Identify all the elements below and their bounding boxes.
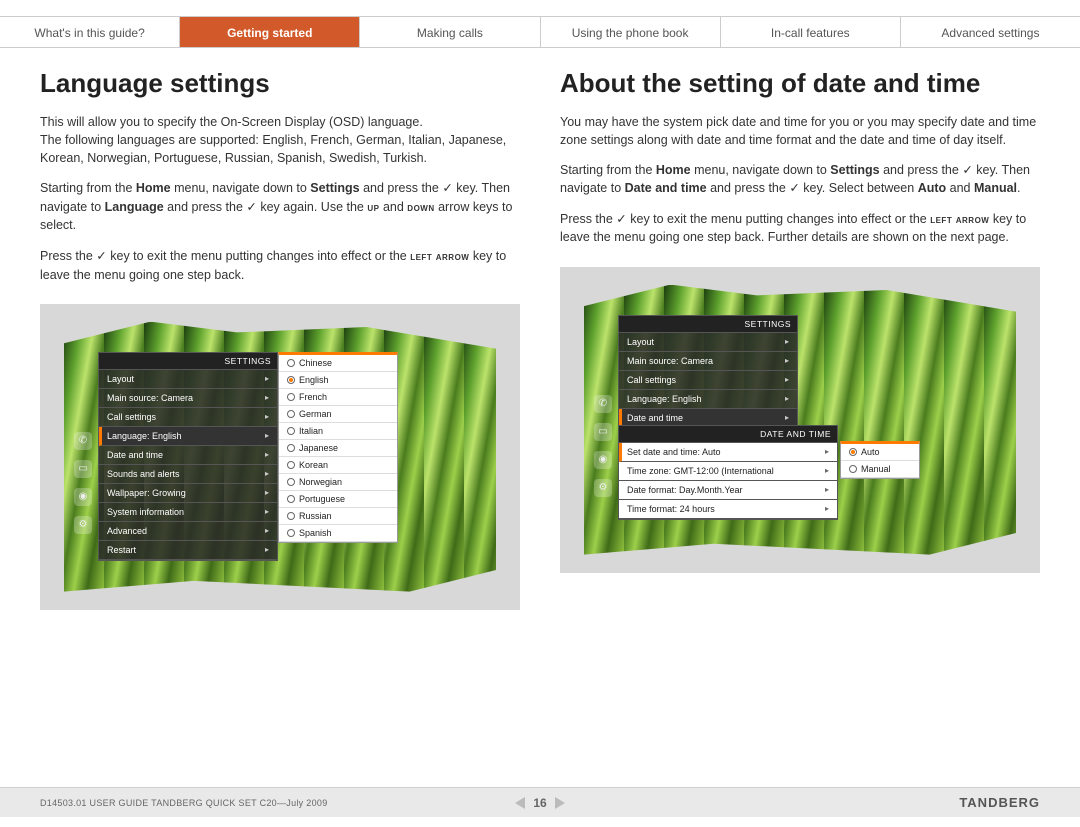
- heading-language-settings: Language settings: [40, 68, 520, 99]
- laptop-icon: ▭: [74, 460, 92, 478]
- menu-row[interactable]: Restart▸: [99, 541, 277, 560]
- lang-para-3: Press the ✓ key to exit the menu putting…: [40, 247, 520, 284]
- settings-menu-header: SETTINGS: [99, 353, 277, 370]
- dt-screenshot-frame: ✆ ▭ ◉ ⚙ SETTINGS Layout▸ Main source: Ca…: [560, 267, 1040, 573]
- menu-row[interactable]: Call settings▸: [619, 371, 797, 390]
- handset-icon: ✆: [74, 432, 92, 450]
- menu-row[interactable]: Main source: Camera▸: [99, 389, 277, 408]
- submenu-row-selected[interactable]: Set date and time: Auto▸: [619, 443, 837, 462]
- dt-para-2: Starting from the Home menu, navigate do…: [560, 161, 1040, 197]
- nav-item-whats-in-guide[interactable]: What's in this guide?: [0, 17, 180, 47]
- settings-menu: SETTINGS Layout▸ Main source: Camera▸ Ca…: [98, 352, 278, 561]
- nav-item-phone-book[interactable]: Using the phone book: [541, 17, 721, 47]
- datetime-submenu: DATE AND TIME Set date and time: Auto▸ T…: [618, 425, 838, 520]
- submenu-row[interactable]: Time format: 24 hours▸: [619, 500, 837, 519]
- menu-row[interactable]: Date and time▸: [99, 446, 277, 465]
- language-popup: Chinese English French German Italian Ja…: [278, 352, 398, 543]
- nav-item-incall[interactable]: In-call features: [721, 17, 901, 47]
- doc-id: D14503.01 USER GUIDE TANDBERG QUICK SET …: [40, 798, 515, 808]
- dt-option-manual[interactable]: Manual: [841, 461, 919, 478]
- dt-para-1: You may have the system pick date and ti…: [560, 113, 1040, 149]
- menu-row-selected[interactable]: Language: English▸: [99, 427, 277, 446]
- menu-row[interactable]: Language: English▸: [619, 390, 797, 409]
- prev-page-button[interactable]: [515, 797, 525, 809]
- lang-para-2: Starting from the Home menu, navigate do…: [40, 179, 520, 234]
- top-nav: What's in this guide? Getting started Ma…: [0, 16, 1080, 48]
- menu-row[interactable]: Main source: Camera▸: [619, 352, 797, 371]
- menu-row[interactable]: Advanced▸: [99, 522, 277, 541]
- lang-option[interactable]: Norwegian: [279, 474, 397, 491]
- menu-row[interactable]: Call settings▸: [99, 408, 277, 427]
- menu-row[interactable]: Layout▸: [99, 370, 277, 389]
- page-number: 16: [533, 796, 546, 810]
- laptop-icon: ▭: [594, 423, 612, 441]
- settings-menu-header: SETTINGS: [619, 316, 797, 333]
- menu-row[interactable]: Wallpaper: Growing▸: [99, 484, 277, 503]
- lang-screenshot-frame: ✆ ▭ ◉ ⚙ SETTINGS Layout▸ Main source: Ca…: [40, 304, 520, 610]
- gear-icon: ⚙: [74, 516, 92, 534]
- disc-icon: ◉: [74, 488, 92, 506]
- settings-menu: SETTINGS Layout▸ Main source: Camera▸ Ca…: [618, 315, 798, 429]
- nav-item-getting-started[interactable]: Getting started: [180, 17, 360, 47]
- side-icons: ✆ ▭ ◉ ⚙: [74, 432, 92, 534]
- submenu-row[interactable]: Date format: Day.Month.Year▸: [619, 481, 837, 500]
- dt-option-auto[interactable]: Auto: [841, 444, 919, 461]
- submenu-row[interactable]: Time zone: GMT-12:00 (International▸: [619, 462, 837, 481]
- auto-manual-popup: Auto Manual: [840, 441, 920, 479]
- heading-date-time: About the setting of date and time: [560, 68, 1040, 99]
- lang-option[interactable]: Spanish: [279, 525, 397, 542]
- menu-row[interactable]: Sounds and alerts▸: [99, 465, 277, 484]
- lang-option[interactable]: French: [279, 389, 397, 406]
- menu-row[interactable]: System information▸: [99, 503, 277, 522]
- next-page-button[interactable]: [555, 797, 565, 809]
- lang-option[interactable]: Korean: [279, 457, 397, 474]
- footer: D14503.01 USER GUIDE TANDBERG QUICK SET …: [0, 787, 1080, 817]
- lang-option[interactable]: Russian: [279, 508, 397, 525]
- nav-item-advanced[interactable]: Advanced settings: [901, 17, 1080, 47]
- datetime-submenu-header: DATE AND TIME: [619, 426, 837, 443]
- lang-option[interactable]: German: [279, 406, 397, 423]
- lang-para-1: This will allow you to specify the On-Sc…: [40, 113, 520, 167]
- lang-option[interactable]: Italian: [279, 423, 397, 440]
- lang-option[interactable]: English: [279, 372, 397, 389]
- lang-option[interactable]: Japanese: [279, 440, 397, 457]
- brand-logo: TANDBERG: [565, 795, 1040, 810]
- menu-row[interactable]: Layout▸: [619, 333, 797, 352]
- pager: 16: [515, 796, 564, 810]
- lang-option[interactable]: Portuguese: [279, 491, 397, 508]
- nav-item-making-calls[interactable]: Making calls: [360, 17, 540, 47]
- side-icons: ✆ ▭ ◉ ⚙: [594, 395, 612, 497]
- handset-icon: ✆: [594, 395, 612, 413]
- disc-icon: ◉: [594, 451, 612, 469]
- lang-option[interactable]: Chinese: [279, 355, 397, 372]
- gear-icon: ⚙: [594, 479, 612, 497]
- dt-para-3: Press the ✓ key to exit the menu putting…: [560, 210, 1040, 247]
